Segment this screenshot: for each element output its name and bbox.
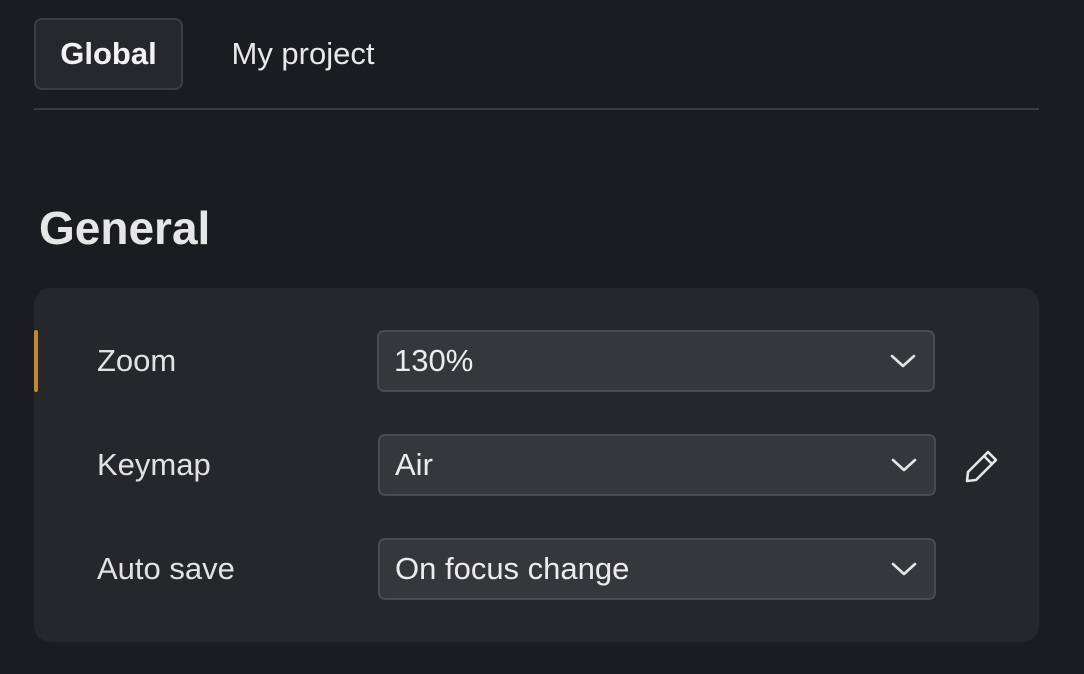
tab-global[interactable]: Global	[34, 18, 183, 90]
chevron-down-icon	[891, 458, 917, 472]
keymap-value: Air	[395, 447, 433, 482]
settings-page: Global My project General Zoom 130% Keym…	[0, 0, 1084, 674]
setting-row-keymap: Keymap Air	[34, 434, 1039, 496]
keymap-label: Keymap	[97, 447, 211, 482]
section-title: General	[39, 202, 211, 254]
chevron-down-icon	[890, 354, 916, 368]
zoom-label: Zoom	[97, 343, 177, 378]
tab-bar: Global My project	[34, 18, 1039, 110]
zoom-value: 130%	[394, 343, 474, 378]
setting-row-autosave: Auto save On focus change	[34, 538, 1039, 600]
zoom-select[interactable]: 130%	[377, 330, 935, 392]
settings-card: Zoom 130% Keymap Air Auto save On focus …	[34, 288, 1039, 642]
keymap-select[interactable]: Air	[378, 434, 936, 496]
autosave-label: Auto save	[97, 551, 235, 586]
pencil-icon[interactable]	[962, 446, 1002, 486]
chevron-down-icon	[891, 562, 917, 576]
autosave-value: On focus change	[395, 551, 630, 586]
autosave-select[interactable]: On focus change	[378, 538, 936, 600]
setting-row-zoom: Zoom 130%	[34, 330, 1039, 392]
tab-my-project[interactable]: My project	[216, 18, 390, 90]
